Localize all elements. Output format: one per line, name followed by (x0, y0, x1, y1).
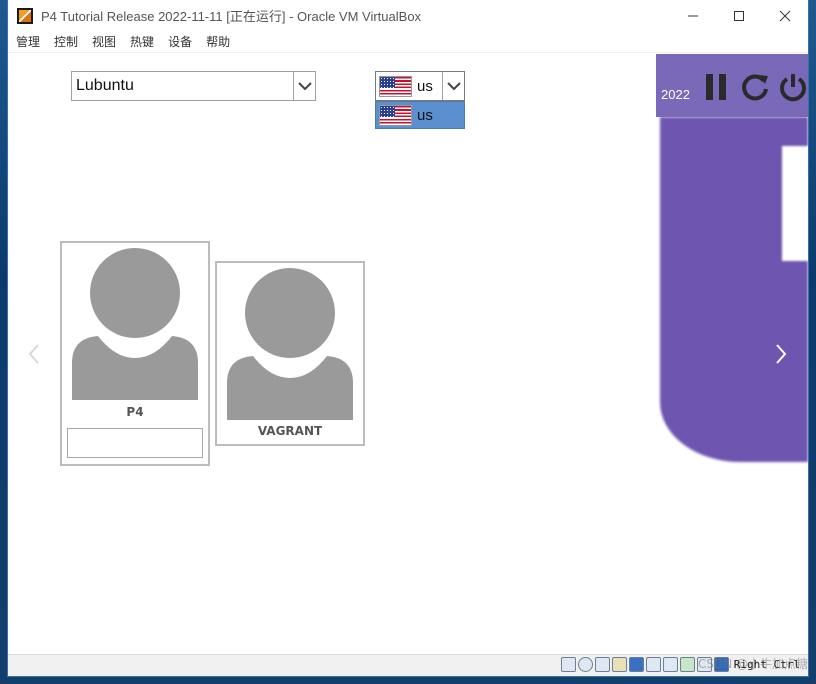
status-bar: Right Ctrl (8, 654, 808, 676)
user-name-p4: P4 (126, 405, 144, 419)
window-controls (670, 0, 808, 31)
maximize-icon (734, 10, 744, 21)
us-flag-icon (379, 104, 412, 126)
pause-icon (706, 74, 726, 100)
optical-drive-icon[interactable] (577, 657, 593, 672)
virtualbox-app-icon (17, 7, 33, 24)
keyboard-layout-toggle[interactable] (442, 72, 464, 100)
brand-logo-cutout (782, 146, 808, 261)
menu-control[interactable]: 控制 (47, 33, 85, 50)
recording-icon[interactable] (662, 657, 678, 672)
maximize-button[interactable] (716, 0, 762, 31)
brand-year: 2022 (661, 87, 690, 102)
menu-bar: 管理 控制 视图 热键 设备 帮助 (8, 31, 808, 53)
power-controls-bar: 2022 (656, 54, 808, 117)
virtualbox-window: P4 Tutorial Release 2022-11-11 [正在运行] - … (8, 0, 808, 676)
power-icon (780, 74, 806, 102)
keyboard-layout-value: us (417, 77, 433, 95)
menu-hotkeys[interactable]: 热键 (123, 33, 161, 50)
suspend-button[interactable] (700, 70, 734, 104)
cpu-icon[interactable] (679, 657, 695, 672)
keyboard-layout-option-label: us (417, 106, 433, 124)
usb-icon[interactable] (645, 657, 661, 672)
session-value: Lubuntu (76, 77, 134, 94)
user-card-vagrant[interactable]: VAGRANT (215, 261, 365, 446)
chevron-down-icon (446, 82, 461, 91)
chevron-down-icon (297, 82, 312, 91)
keyboard-layout-current: us (376, 75, 442, 97)
user-card-p4[interactable]: P4 (60, 241, 210, 466)
display-icon[interactable] (628, 657, 644, 672)
session-dropdown-toggle[interactable] (293, 72, 315, 100)
restart-icon (742, 74, 768, 101)
password-input[interactable] (67, 428, 203, 458)
previous-user-arrow[interactable] (24, 339, 44, 369)
guest-display[interactable]: Lubuntu us us 2022 P4 VAGRANT (8, 54, 808, 654)
user-name-vagrant: VAGRANT (257, 424, 323, 438)
minimize-button[interactable] (670, 0, 716, 31)
menu-devices[interactable]: 设备 (161, 33, 199, 50)
menu-help[interactable]: 帮助 (199, 33, 237, 50)
chevron-right-icon (776, 344, 787, 364)
title-bar: P4 Tutorial Release 2022-11-11 [正在运行] - … (8, 0, 808, 31)
brand-panel: 2022 (656, 54, 808, 464)
close-button[interactable] (762, 0, 808, 31)
power-controls (700, 70, 808, 104)
us-flag-icon (379, 75, 412, 97)
menu-view[interactable]: 视图 (85, 33, 123, 50)
user-avatar-icon (227, 268, 353, 420)
watermark-text: CSDN @小牛加点糖 (697, 657, 808, 671)
network-icon[interactable] (594, 657, 610, 672)
chevron-left-icon (28, 344, 39, 364)
shared-folders-icon[interactable] (611, 657, 627, 672)
next-user-arrow[interactable] (771, 339, 791, 369)
user-avatar-icon (72, 248, 198, 400)
shutdown-button[interactable] (776, 70, 808, 104)
hard-disk-icon[interactable] (560, 657, 576, 672)
menu-manage[interactable]: 管理 (8, 33, 47, 50)
keyboard-layout-dropdown[interactable]: us (375, 71, 465, 101)
restart-button[interactable] (738, 70, 772, 104)
close-icon (779, 10, 791, 21)
keyboard-layout-option-us[interactable]: us (375, 101, 465, 129)
session-dropdown[interactable]: Lubuntu (71, 71, 316, 101)
window-title: P4 Tutorial Release 2022-11-11 [正在运行] - … (41, 9, 422, 24)
minimize-icon (688, 15, 698, 16)
